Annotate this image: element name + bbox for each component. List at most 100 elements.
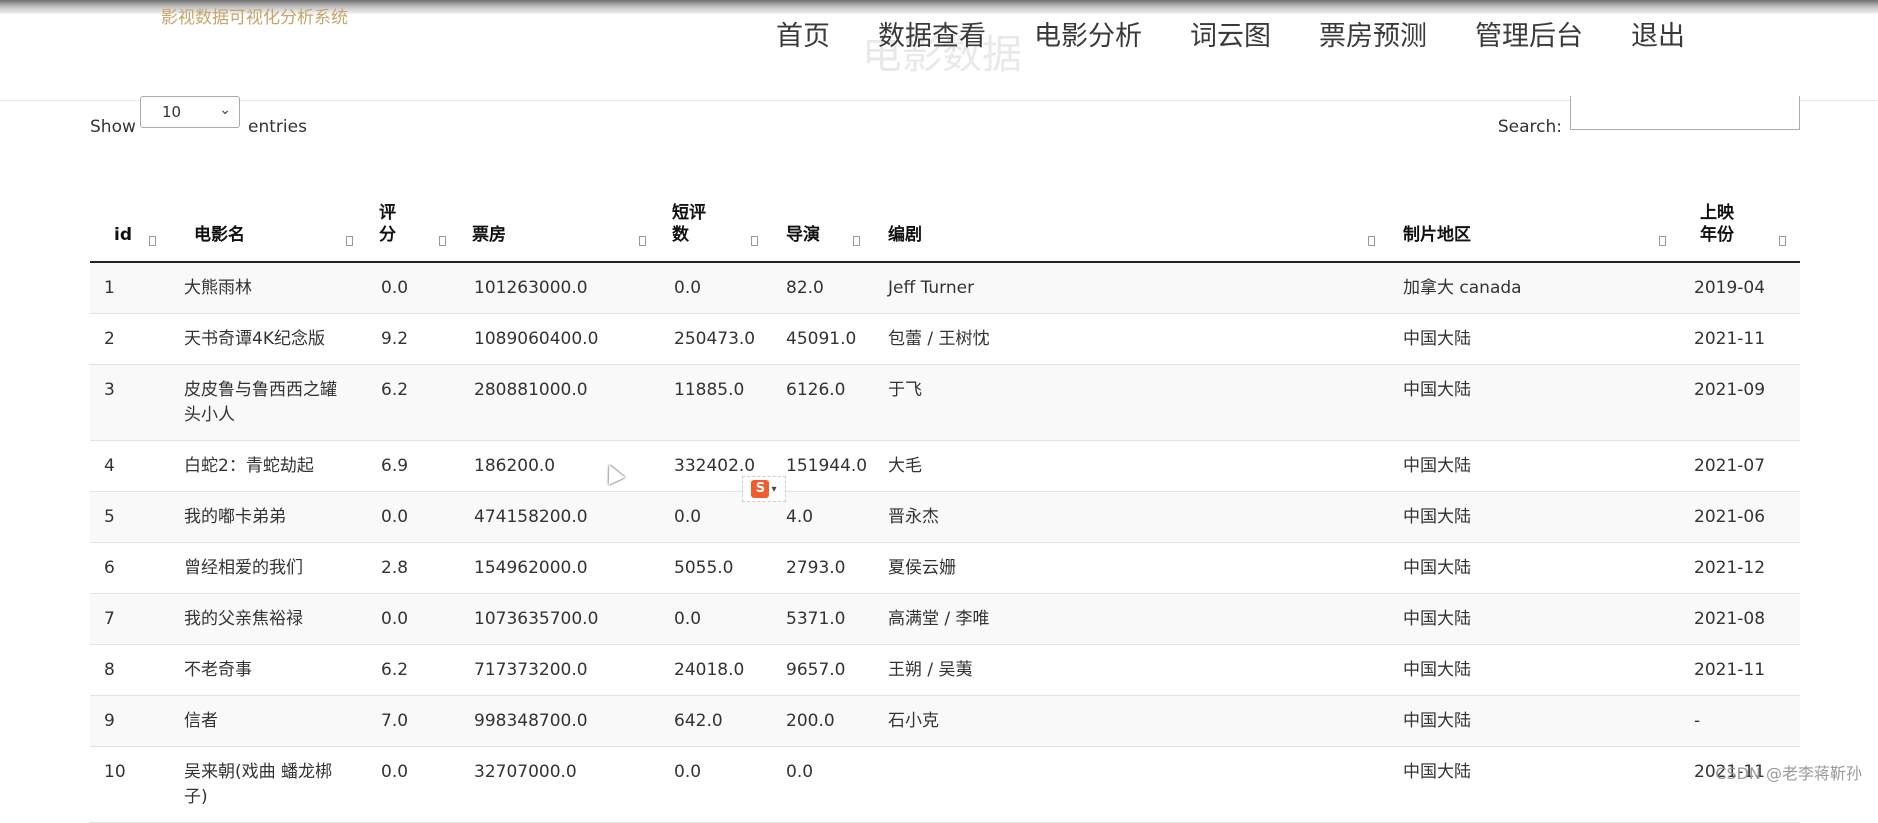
column-header-writer[interactable]: 编剧 [874,190,1389,263]
table-row[interactable]: 7 我的父亲焦裕禄 0.0 1073635700.0 0.0 5371.0 高满堂 / 李唯… [90,593,1800,645]
cell-id: 4 [90,440,170,492]
sort-icon [853,236,860,246]
column-header-region[interactable]: 制片地区 [1389,190,1680,263]
cell-id: 7 [90,593,170,645]
cell-release: - [1680,695,1800,747]
table-row[interactable]: 9 信者 7.0 998348700.0 642.0 200.0 石小克 中国大陆 - [90,695,1800,747]
cell-box-office: 1089060400.0 [460,313,660,365]
cell-writer: 高满堂 / 李唯 [874,593,1389,645]
sort-icon [1779,236,1786,246]
table-row[interactable]: 3 皮皮鲁与鲁西西之罐头小人 6.2 280881000.0 11885.0 6126.0… [90,364,1800,441]
cell-region: 中国大陆 [1389,364,1680,441]
cell-writer: 大毛 [874,440,1389,492]
cell-writer: 晋永杰 [874,491,1389,543]
cell-rating: 6.2 [367,364,460,441]
table-body: 1 大熊雨林 0.0 101263000.0 0.0 82.0 Jeff Turner 加拿大… [90,262,1800,823]
cell-director: 45091.0 [772,313,874,365]
nav-data-view[interactable]: 数据查看 [878,14,986,53]
table-row[interactable]: 10 吴来朝(戏曲 蟠龙梆子) 0.0 32707000.0 0.0 0.0 中国大陆 202… [90,746,1800,823]
cell-id: 2 [90,313,170,365]
cell-director: 2793.0 [772,542,874,594]
cell-id: 8 [90,644,170,696]
cell-release: 2021-11 [1680,746,1800,823]
column-header-rating[interactable]: 评分 [367,190,460,263]
cell-writer [874,746,1389,823]
cell-title: 不老奇事 [170,644,367,696]
table-row[interactable]: 6 曾经相爱的我们 2.8 154962000.0 5055.0 2793.0 夏侯云姗 中国… [90,542,1800,594]
cell-title: 曾经相爱的我们 [170,542,367,594]
column-header-release[interactable]: 上映年份 [1680,190,1800,263]
cell-director: 0.0 [772,746,874,823]
cell-comments: 0.0 [660,746,772,823]
column-header-director[interactable]: 导演 [772,190,874,263]
cell-rating: 6.9 [367,440,460,492]
nav-logout[interactable]: 退出 [1631,14,1685,53]
main-nav: 首页 数据查看 电影分析 词云图 票房预测 管理后台 退出 [776,14,1685,53]
cell-rating: 0.0 [367,262,460,314]
column-header-title[interactable]: 电影名 [170,190,367,263]
cell-id: 3 [90,364,170,441]
cell-rating: 0.0 [367,746,460,823]
cell-region: 中国大陆 [1389,440,1680,492]
brand-logo-text[interactable]: 影视数据可视化分析系统 [161,3,348,28]
cell-director: 6126.0 [772,364,874,441]
cell-region: 加拿大 canada [1389,262,1680,314]
page-length-value: 10 [162,103,182,121]
nav-admin[interactable]: 管理后台 [1475,14,1583,53]
column-header-box-office[interactable]: 票房 [460,190,660,263]
cell-box-office: 998348700.0 [460,695,660,747]
cell-region: 中国大陆 [1389,491,1680,543]
cell-release: 2021-07 [1680,440,1800,492]
sort-icon [639,236,646,246]
page-length-select[interactable]: 10 ⌄ [140,96,240,128]
cell-id: 9 [90,695,170,747]
cell-director: 151944.0 [772,440,874,492]
cell-writer: 于飞 [874,364,1389,441]
cell-rating: 7.0 [367,695,460,747]
cell-director: 5371.0 [772,593,874,645]
cell-writer: 夏侯云姗 [874,542,1389,594]
search-label: Search: [1497,117,1562,137]
cell-box-office: 280881000.0 [460,364,660,441]
nav-word-cloud[interactable]: 词云图 [1190,14,1271,53]
cell-rating: 2.8 [367,542,460,594]
cell-id: 5 [90,491,170,543]
cell-title: 天书奇谭4K纪念版 [170,313,367,365]
sort-icon [149,236,156,246]
movie-table: id 电影名 评分 票房 短评数 导演 编剧 制片地区 上映年份 1 大熊雨林 0.… [90,190,1800,823]
sogou-ime-toolbar[interactable]: S ▾ [742,476,786,502]
cell-rating: 6.2 [367,644,460,696]
sort-icon [751,236,758,246]
cell-region: 中国大陆 [1389,313,1680,365]
nav-box-office-forecast[interactable]: 票房预测 [1319,14,1427,53]
table-row[interactable]: 8 不老奇事 6.2 717373200.0 24018.0 9657.0 王朔 / 吴荑中… [90,644,1800,696]
sort-icon [1659,236,1666,246]
search-input[interactable] [1570,96,1800,130]
cell-director: 200.0 [772,695,874,747]
sort-icon [1368,236,1375,246]
table-row[interactable]: 2 天书奇谭4K纪念版 9.2 1089060400.0 250473.0 45091.0… [90,313,1800,365]
cell-region: 中国大陆 [1389,695,1680,747]
cell-writer: Jeff Turner [874,262,1389,314]
table-row[interactable]: 4 白蛇2：青蛇劫起 6.9 186200.0 332402.0 151944.0 大毛 中国… [90,440,1800,492]
cell-release: 2021-06 [1680,491,1800,543]
nav-movie-analysis[interactable]: 电影分析 [1034,14,1142,53]
cell-box-office: 154962000.0 [460,542,660,594]
cell-title: 我的嘟卡弟弟 [170,491,367,543]
cell-title: 大熊雨林 [170,262,367,314]
cell-director: 82.0 [772,262,874,314]
cell-id: 10 [90,746,170,823]
navbar: 影视数据可视化分析系统 电影数据 首页 数据查看 电影分析 词云图 票房预测 管… [0,0,1878,101]
table-row[interactable]: 1 大熊雨林 0.0 101263000.0 0.0 82.0 Jeff Turner 加拿大… [90,262,1800,314]
cell-box-office: 1073635700.0 [460,593,660,645]
cell-release: 2021-11 [1680,313,1800,365]
column-header-comments[interactable]: 短评数 [660,190,772,263]
cell-comments: 24018.0 [660,644,772,696]
cell-writer: 石小克 [874,695,1389,747]
column-header-id[interactable]: id [90,190,170,263]
cell-comments: 0.0 [660,593,772,645]
cell-comments: 5055.0 [660,542,772,594]
table-row[interactable]: 5 我的嘟卡弟弟 0.0 474158200.0 0.0 4.0 晋永杰 中国大陆 2021-0… [90,491,1800,543]
cell-comments: 250473.0 [660,313,772,365]
nav-home[interactable]: 首页 [776,14,830,53]
